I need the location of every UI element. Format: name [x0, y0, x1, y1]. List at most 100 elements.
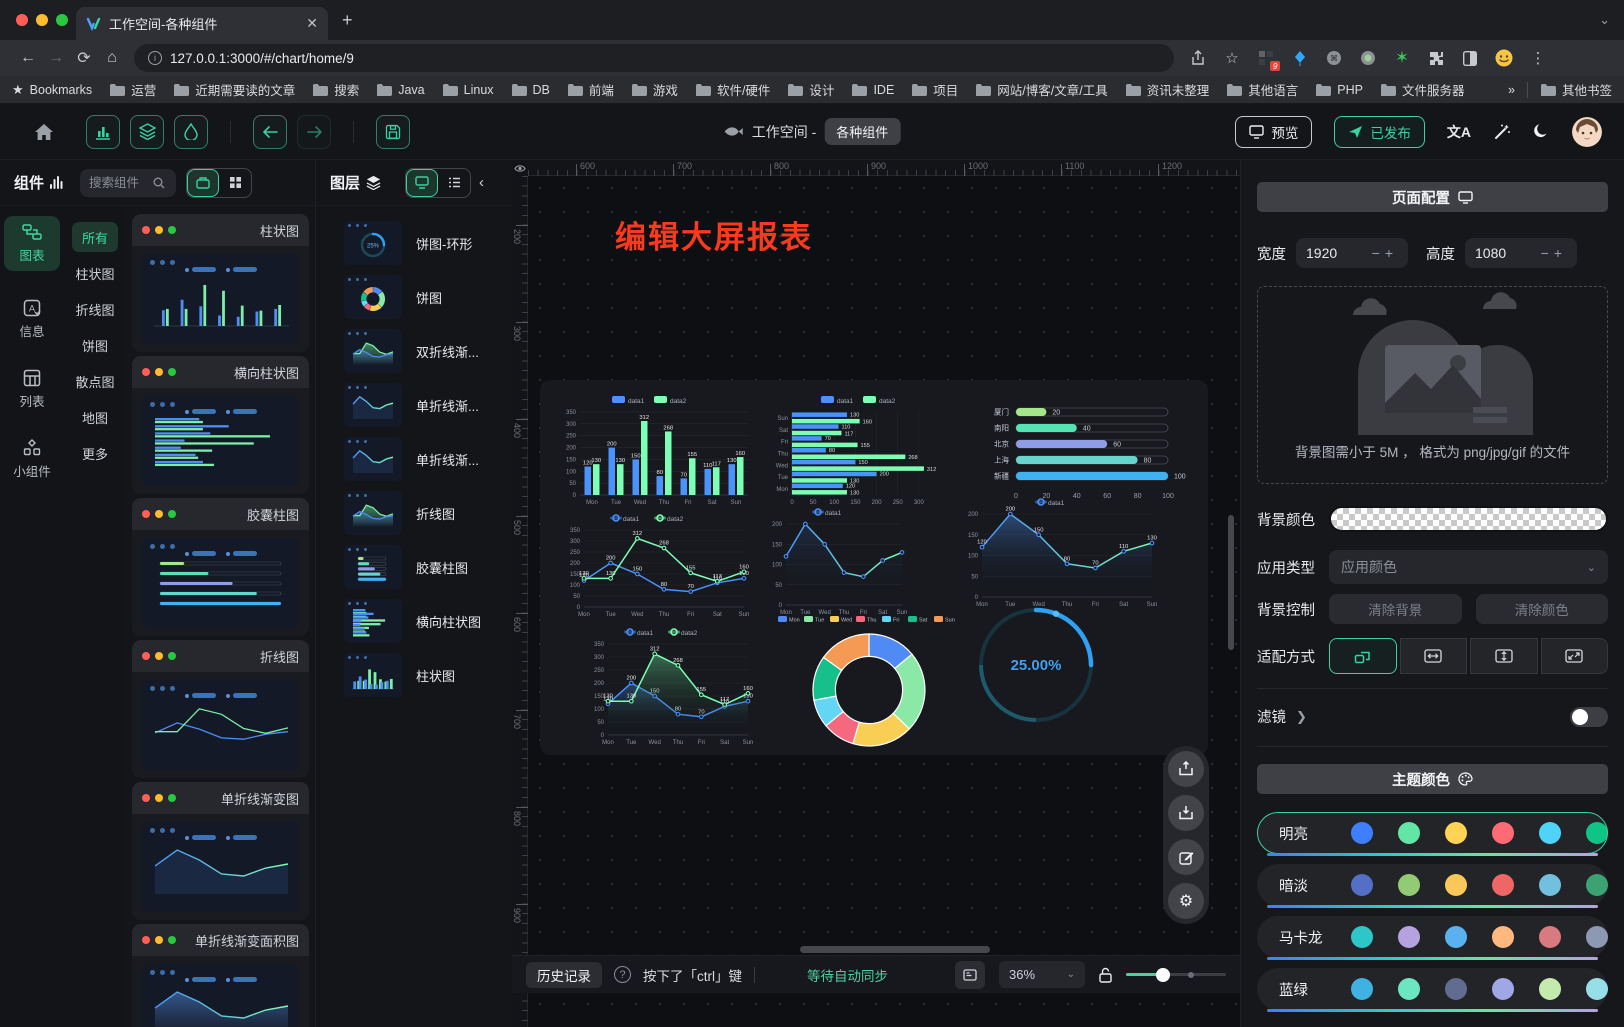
window-controls[interactable] — [16, 14, 68, 26]
edit-icon[interactable] — [1168, 839, 1204, 875]
theme-row-1[interactable]: 暗淡 — [1257, 864, 1608, 906]
bookmark-folder-14[interactable]: 其他语言 — [1226, 80, 1298, 99]
theme-row-2[interactable]: 马卡龙 — [1257, 916, 1608, 958]
ext-star-icon[interactable]: ✶ — [1392, 48, 1412, 68]
color-dot[interactable] — [1492, 874, 1514, 896]
single-view-toggle[interactable] — [187, 169, 219, 197]
slider-knob[interactable] — [1156, 968, 1170, 982]
new-tab-button[interactable]: + — [342, 12, 353, 28]
tab-search-chevron-icon[interactable]: ⌄ — [1599, 12, 1610, 28]
settings-gear-icon[interactable]: ⚙ — [1168, 883, 1204, 919]
theme-row-3[interactable]: 蓝绿 — [1257, 968, 1608, 1010]
sidebar-nav-table[interactable]: 列表 — [4, 362, 60, 417]
forward-icon[interactable]: → — [42, 49, 70, 67]
canvas-chart-line2[interactable]: data1data2050100150200250300350MonTueWed… — [558, 508, 754, 620]
color-dot[interactable] — [1351, 978, 1373, 1000]
bookmark-folder-15[interactable]: PHP — [1315, 80, 1363, 99]
color-dot[interactable] — [1586, 822, 1608, 844]
category-item-0[interactable]: 所有 — [72, 222, 118, 252]
color-dot[interactable] — [1539, 978, 1561, 1000]
search-input[interactable] — [89, 176, 147, 190]
ext-command-icon[interactable]: ⌘ — [1324, 48, 1344, 68]
bookmark-folder-2[interactable]: 搜索 — [312, 80, 359, 99]
color-dot[interactable] — [1445, 874, 1467, 896]
sidebar-nav-chart[interactable]: 图表 — [4, 216, 60, 271]
browser-menu-icon[interactable]: ⋮ — [1528, 48, 1548, 68]
height-stepper[interactable]: 1080 −+ — [1465, 238, 1577, 268]
reload-icon[interactable]: ⟳ — [70, 48, 98, 68]
filter-expand-chevron[interactable]: ❯ — [1296, 709, 1307, 725]
bookmark-folder-16[interactable]: 文件服务器 — [1380, 80, 1465, 99]
import-icon[interactable] — [1168, 795, 1204, 831]
browser-tab[interactable]: 工作空间-各种组件 ✕ — [76, 7, 328, 40]
component-search[interactable] — [80, 169, 176, 197]
stepper-minus-plus-icons[interactable]: −+ — [1541, 245, 1567, 261]
maximize-window-button[interactable] — [56, 14, 68, 26]
user-avatar[interactable] — [1572, 117, 1602, 147]
bookmark-folder-8[interactable]: 软件/硬件 — [695, 80, 770, 99]
theme-row-0[interactable]: 明亮 — [1257, 812, 1608, 854]
color-dot[interactable] — [1351, 926, 1373, 948]
canvas-chart-ring[interactable]: 25.00% — [968, 602, 1104, 728]
preview-button[interactable]: 预览 — [1235, 116, 1312, 148]
filter-toggle[interactable] — [1570, 707, 1608, 727]
profile-avatar[interactable] — [1494, 48, 1514, 68]
bookmarks-overflow-chevron[interactable]: » — [1508, 83, 1515, 97]
color-dot[interactable] — [1398, 926, 1420, 948]
charts-panel-toggle-button[interactable] — [86, 115, 120, 149]
clear-color-button[interactable]: 清除颜色 — [1476, 594, 1609, 624]
undo-button[interactable] — [253, 115, 287, 149]
component-card-bar[interactable]: 柱状图 — [132, 214, 309, 352]
details-panel-toggle-button[interactable] — [174, 115, 208, 149]
detail-panel-icon[interactable] — [955, 961, 985, 989]
layer-item-2[interactable]: 双折线渐... — [316, 326, 512, 376]
color-dot[interactable] — [1398, 822, 1420, 844]
category-item-4[interactable]: 散点图 — [72, 366, 118, 396]
layer-item-3[interactable]: 单折线渐... — [316, 380, 512, 430]
bookmark-folder-0[interactable]: 运营 — [109, 80, 156, 99]
zoom-level-select[interactable]: 36% ⌄ — [999, 961, 1085, 988]
layer-item-8[interactable]: 柱状图 — [316, 650, 512, 700]
fit-auto-button[interactable] — [1329, 638, 1397, 674]
export-icon[interactable] — [1168, 751, 1204, 787]
address-bar[interactable]: i 127.0.0.1:3000/#/chart/home/9 — [134, 44, 1174, 72]
bookmark-folder-9[interactable]: 设计 — [787, 80, 834, 99]
bookmark-folder-6[interactable]: 前端 — [567, 80, 614, 99]
category-item-1[interactable]: 柱状图 — [72, 258, 118, 288]
grid-view-toggle[interactable] — [219, 169, 251, 197]
canvas-chart-donut[interactable]: MonTueWedThuFriSatSun — [776, 610, 962, 754]
page-config-header[interactable]: 页面配置 — [1257, 182, 1608, 212]
canvas-chart-hbar[interactable]: data1data2050100150200250300Sun130160Sat… — [764, 390, 962, 508]
list-view-toggle[interactable] — [438, 169, 470, 197]
site-info-icon[interactable]: i — [148, 51, 162, 65]
color-dot[interactable] — [1492, 978, 1514, 1000]
bookmark-folder-5[interactable]: DB — [511, 80, 550, 99]
language-icon[interactable]: 文A — [1447, 122, 1471, 142]
stepper-minus-plus-icons[interactable]: −+ — [1372, 245, 1398, 261]
other-bookmarks-folder[interactable]: 其他书签 — [1540, 80, 1612, 99]
category-item-6[interactable]: 更多 — [72, 438, 118, 468]
back-icon[interactable]: ← — [14, 49, 42, 67]
close-window-button[interactable] — [16, 14, 28, 26]
theme-color-header[interactable]: 主题颜色 — [1257, 764, 1608, 794]
thumbnail-view-toggle[interactable] — [406, 169, 438, 197]
color-dot[interactable] — [1445, 926, 1467, 948]
color-dot[interactable] — [1445, 978, 1467, 1000]
ruler-visibility-eye-icon[interactable] — [512, 160, 528, 176]
layer-item-0[interactable]: 25%饼图-环形 — [316, 218, 512, 268]
color-dot[interactable] — [1539, 926, 1561, 948]
redo-button[interactable] — [297, 115, 331, 149]
fit-height-button[interactable] — [1470, 638, 1538, 674]
reading-mode-icon[interactable] — [1460, 48, 1480, 68]
canvas-horizontal-scrollbar[interactable] — [800, 946, 990, 953]
collapse-panel-chevron-icon[interactable]: ‹ — [479, 174, 484, 191]
zoom-slider[interactable] — [1126, 973, 1226, 976]
canvas-chart-line1[interactable]: data1050100150200MonTueWedThuFriSatSun — [760, 502, 912, 618]
component-card-capsule[interactable]: 胶囊柱图 — [132, 498, 309, 636]
layer-item-1[interactable]: 饼图 — [316, 272, 512, 322]
color-dot[interactable] — [1398, 978, 1420, 1000]
canvas-chart-area1[interactable]: data1050100150200MonTueWedThuFriSatSun12… — [956, 492, 1162, 610]
color-dot[interactable] — [1492, 822, 1514, 844]
color-dot[interactable] — [1398, 874, 1420, 896]
ext-circle-icon[interactable] — [1358, 48, 1378, 68]
